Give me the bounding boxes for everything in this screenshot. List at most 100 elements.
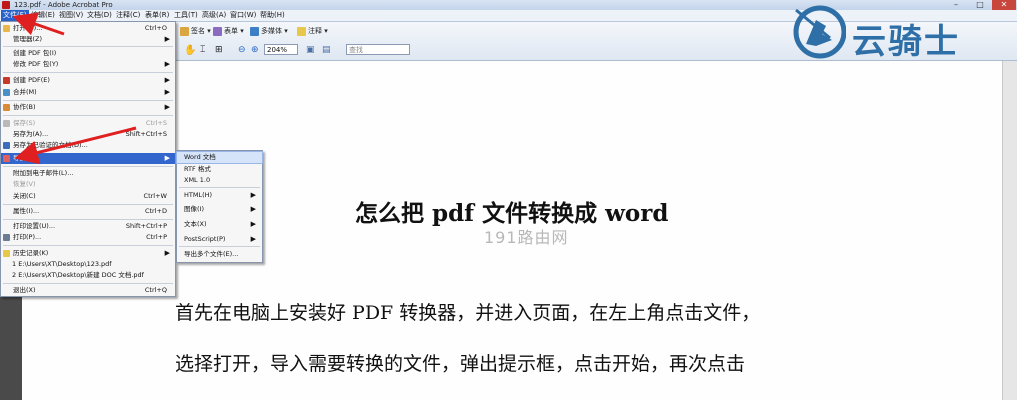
submenu-item-label: PostScript(P)	[184, 235, 226, 243]
menu-forms[interactable]: 表单(R)	[143, 10, 171, 21]
pen-icon	[180, 26, 189, 36]
menu-item-label: 关闭(C)	[13, 192, 36, 200]
zoom-level-field[interactable]: 204%	[264, 44, 298, 55]
comment-icon	[297, 26, 306, 36]
submenu-item-image[interactable]: 图像(I) ▶	[177, 204, 262, 215]
menu-item-label: 创建 PDF(E)	[13, 76, 50, 84]
submenu-item-label: 图像(I)	[184, 205, 204, 213]
menu-item-save-as[interactable]: 另存为(A)... Shift+Ctrl+S	[1, 129, 175, 140]
menu-item-open[interactable]: 打开(O)... Ctrl+O	[1, 23, 175, 34]
sign-tool[interactable]: 签名 ▾	[180, 25, 211, 38]
menu-item-modify-pdf-package[interactable]: 修改 PDF 包(Y) ▶	[1, 59, 175, 70]
menu-item-label: 2 E:\Users\XT\Desktop\新建 DOC 文档.pdf	[12, 271, 144, 279]
file-menu-dropdown: 打开(O)... Ctrl+O 管理器(Z) ▶ 创建 PDF 包(I) 修改 …	[0, 21, 176, 297]
menu-item-label: 修改 PDF 包(Y)	[13, 60, 59, 68]
history-icon	[3, 250, 10, 257]
submenu-arrow-icon: ▶	[164, 76, 170, 84]
menu-item-collaborate[interactable]: 协作(B) ▶	[1, 102, 175, 113]
menu-item-organizer[interactable]: 管理器(Z) ▶	[1, 34, 175, 45]
marquee-zoom-icon[interactable]: ⊞	[215, 44, 223, 57]
menu-item-shortcut: Ctrl+S	[145, 119, 167, 127]
menu-item-label: 另存为(A)...	[13, 130, 49, 138]
menu-item-label: 打印(P)...	[13, 233, 42, 241]
menu-item-save-as-certified[interactable]: 另存为已验证的文档(D)...	[1, 140, 175, 151]
menu-separator	[3, 166, 173, 167]
comment-tool[interactable]: 注释 ▾	[297, 25, 328, 38]
menu-separator	[3, 219, 173, 220]
folder-icon	[3, 25, 10, 32]
search-field[interactable]: 查找	[346, 44, 410, 55]
menu-item-history[interactable]: 历史记录(K) ▶	[1, 248, 175, 259]
menu-separator	[3, 46, 173, 47]
menu-item-combine[interactable]: 合并(M) ▶	[1, 87, 175, 98]
vertical-scrollbar[interactable]	[1002, 61, 1017, 400]
zoom-out-icon[interactable]: ⊖	[238, 44, 246, 57]
submenu-item-postscript[interactable]: PostScript(P) ▶	[177, 234, 262, 245]
menu-separator	[179, 187, 260, 188]
menu-item-label: 另存为已验证的文档(D)...	[13, 141, 88, 149]
menu-item-close[interactable]: 关闭(C) Ctrl+W	[1, 191, 175, 202]
submenu-arrow-icon: ▶	[250, 220, 256, 228]
menu-window[interactable]: 窗口(W)	[228, 10, 258, 21]
forms-tool[interactable]: 表单 ▾	[213, 25, 244, 38]
menu-separator	[3, 72, 173, 73]
submenu-item-text[interactable]: 文本(X) ▶	[177, 219, 262, 230]
menu-item-shortcut: Ctrl+Q	[144, 286, 167, 294]
menu-item-label: 管理器(Z)	[13, 35, 43, 43]
menu-item-label: 1 E:\Users\XT\Desktop\123.pdf	[12, 260, 112, 268]
toolbar-row: 签名 ▾ 表单 ▾ 多媒体 ▾ 注释 ▾	[180, 22, 800, 41]
save-icon	[3, 120, 10, 127]
multimedia-label: 多媒体	[261, 27, 282, 35]
zoom-in-icon[interactable]: ⊕	[251, 44, 259, 57]
menu-separator	[3, 100, 173, 101]
submenu-item-html[interactable]: HTML(H) ▶	[177, 190, 262, 201]
menu-advanced[interactable]: 高级(A)	[200, 10, 228, 21]
submenu-arrow-icon: ▶	[164, 60, 170, 68]
menu-item-print[interactable]: 打印(P)... Ctrl+P	[1, 232, 175, 243]
menu-file[interactable]: 文件(F)	[1, 10, 29, 21]
submenu-item-rtf[interactable]: RTF 格式	[177, 164, 262, 175]
submenu-item-export-multiple[interactable]: 导出多个文件(E)...	[177, 249, 262, 260]
hand-tool-icon[interactable]: ✋	[184, 44, 196, 57]
menu-item-label: 属性(I)...	[13, 207, 40, 215]
fit-page-icon[interactable]: ▣	[306, 44, 315, 57]
menu-item-create-pdf[interactable]: 创建 PDF(E) ▶	[1, 75, 175, 86]
menu-item-properties[interactable]: 属性(I)... Ctrl+D	[1, 206, 175, 217]
menu-item-print-setup[interactable]: 打印设置(U)... Shift+Ctrl+P	[1, 221, 175, 232]
menu-item-recent-1[interactable]: 1 E:\Users\XT\Desktop\123.pdf	[1, 259, 175, 270]
submenu-item-label: 文本(X)	[184, 220, 207, 228]
multimedia-tool[interactable]: 多媒体 ▾	[250, 25, 288, 38]
menu-item-shortcut: Ctrl+W	[143, 192, 167, 200]
menu-item-label: 附加到电子邮件(L)...	[13, 169, 74, 177]
menu-item-recent-2[interactable]: 2 E:\Users\XT\Desktop\新建 DOC 文档.pdf	[1, 270, 175, 281]
submenu-arrow-icon: ▶	[164, 35, 170, 43]
menu-item-label: 历史记录(K)	[13, 249, 49, 257]
menu-help[interactable]: 帮助(H)	[258, 10, 287, 21]
submenu-arrow-icon: ▶	[250, 191, 256, 199]
fit-width-icon[interactable]: ▤	[322, 44, 331, 57]
menu-view[interactable]: 视图(V)	[57, 10, 85, 21]
menu-item-attach-email[interactable]: 附加到电子邮件(L)...	[1, 168, 175, 179]
select-text-icon[interactable]: ⌶	[200, 44, 205, 57]
menu-item-create-pdf-package[interactable]: 创建 PDF 包(I)	[1, 48, 175, 59]
menu-item-exit[interactable]: 退出(X) Ctrl+Q	[1, 285, 175, 296]
submenu-item-word[interactable]: Word 文档	[176, 151, 263, 164]
menu-item-label: 协作(B)	[13, 103, 36, 111]
submenu-item-xml[interactable]: XML 1.0	[177, 175, 262, 186]
submenu-arrow-icon: ▶	[164, 249, 170, 257]
menu-separator	[3, 245, 173, 246]
menu-item-label: 退出(X)	[13, 286, 36, 294]
menu-item-export[interactable]: 导出(I) ▶	[1, 153, 175, 164]
menu-tools[interactable]: 工具(T)	[172, 10, 200, 21]
collaborate-icon	[3, 104, 10, 111]
menu-edit[interactable]: 编辑(E)	[29, 10, 57, 21]
film-icon	[250, 26, 259, 36]
menu-separator	[3, 283, 173, 284]
menu-comment[interactable]: 注释(C)	[114, 10, 142, 21]
toolbar-row-2: ✋ ⌶ ⊞ ⊖ ⊕ 204% ▣ ▤ 查找	[180, 41, 800, 60]
menu-item-label: 创建 PDF 包(I)	[13, 49, 57, 57]
combine-icon	[3, 89, 10, 96]
submenu-item-label: HTML(H)	[184, 191, 213, 199]
submenu-item-label: RTF 格式	[184, 165, 211, 173]
menu-document[interactable]: 文档(D)	[85, 10, 114, 21]
